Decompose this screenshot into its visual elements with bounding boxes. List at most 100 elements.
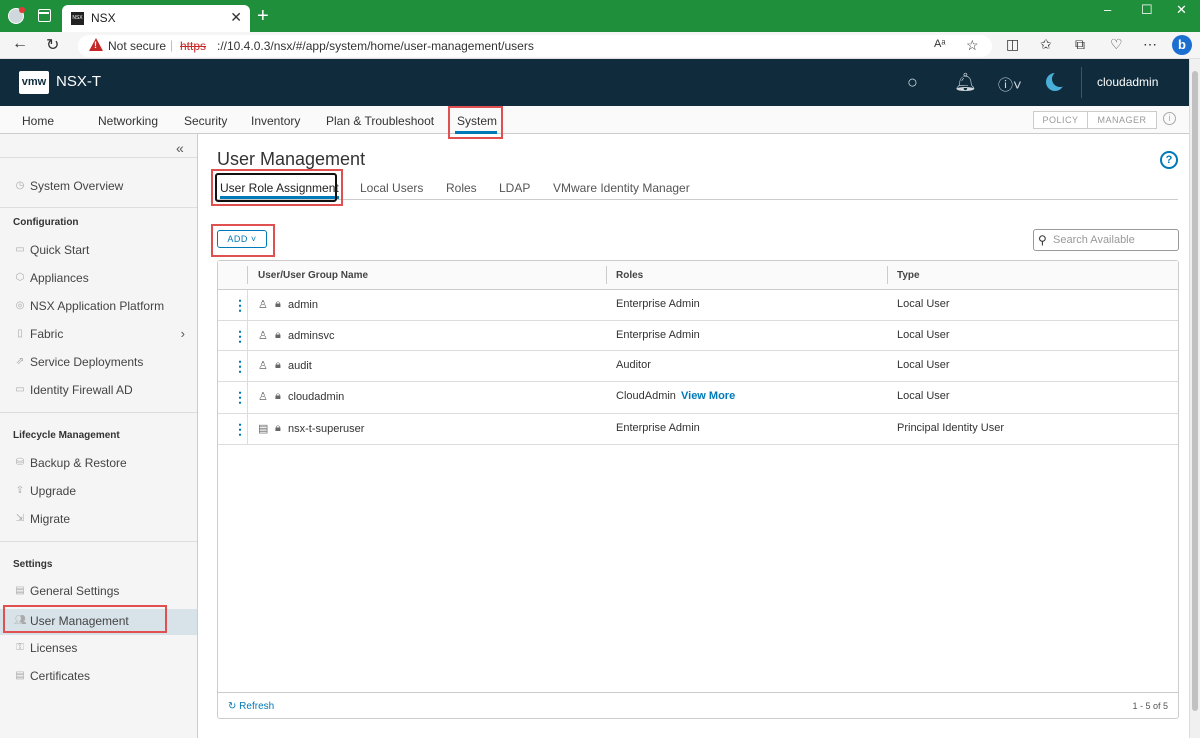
sidebar-item-fabric[interactable]: ▯ Fabric ›	[0, 324, 197, 346]
tab-roles[interactable]: Roles	[446, 181, 477, 195]
sidebar-item-quick-start[interactable]: ▭ Quick Start	[0, 240, 197, 262]
row-actions-icon[interactable]: ⋮	[233, 389, 247, 406]
sidebar-item-backup-restore[interactable]: ⛁ Backup & Restore	[0, 453, 197, 475]
row-actions-icon[interactable]: ⋮	[233, 421, 247, 438]
sidebar-item-label: Migrate	[30, 512, 71, 526]
user-icon: ♙	[258, 330, 268, 342]
sidebar-item-licenses[interactable]: ⚿ Licenses	[0, 638, 197, 660]
sidebar-item-label: Appliances	[30, 271, 89, 285]
notifications-bell-icon[interactable]: 🔔︎	[954, 72, 977, 93]
search-icon[interactable]: ○	[907, 72, 918, 93]
nav-security[interactable]: Security	[184, 114, 227, 128]
sidebar-item-label: Identity Firewall AD	[30, 383, 133, 397]
reload-icon[interactable]: ↻	[46, 35, 59, 55]
close-window-icon[interactable]: ✕	[1176, 2, 1187, 18]
nav-networking[interactable]: Networking	[98, 114, 158, 128]
policy-mode-button[interactable]: POLICY	[1033, 111, 1088, 129]
url-text: ://10.4.0.3/nsx/#/app/system/home/user-m…	[217, 39, 534, 53]
nav-home[interactable]: Home	[22, 114, 54, 128]
url-separator: |	[170, 38, 174, 52]
sidebar-item-service-deployments[interactable]: ⇗ Service Deployments	[0, 352, 197, 374]
back-icon[interactable]: ←	[12, 35, 28, 53]
collapse-sidebar-icon[interactable]: «	[176, 140, 184, 156]
column-header-roles[interactable]: Roles	[616, 270, 643, 281]
browser-tab[interactable]: NSX NSX ✕	[62, 5, 250, 32]
collections-icon[interactable]: ⧉	[1075, 36, 1085, 53]
sidebar-item-label: Fabric	[30, 327, 64, 341]
role-cell: Auditor	[616, 359, 651, 371]
nsx-favicon-icon: NSX	[71, 12, 84, 25]
profile-avatar-icon[interactable]	[8, 7, 25, 24]
new-tab-icon[interactable]: +	[257, 4, 269, 28]
refresh-button[interactable]: ↻ Refresh	[228, 701, 274, 712]
page-scrollbar[interactable]	[1189, 59, 1200, 738]
manager-mode-button[interactable]: MANAGER	[1087, 111, 1157, 129]
copilot-icon[interactable]: b	[1172, 35, 1192, 55]
type-cell: Local User	[897, 298, 950, 310]
view-more-link[interactable]: View More	[681, 390, 735, 402]
warning-icon[interactable]	[89, 38, 103, 51]
header-divider	[1081, 67, 1082, 98]
sidebar-item-upgrade[interactable]: ⇪ Upgrade	[0, 481, 197, 503]
service-deployments-icon: ⇗	[15, 356, 25, 367]
tab-vmware-identity-manager[interactable]: VMware Identity Manager	[553, 181, 690, 195]
certificate-icon: ▤	[258, 423, 269, 435]
column-separator[interactable]	[606, 266, 607, 284]
highlight-box-user-management	[3, 605, 167, 633]
scrollbar-thumb[interactable]	[1192, 71, 1198, 711]
nav-inventory[interactable]: Inventory	[251, 114, 300, 128]
settings-icon: ▤	[15, 585, 25, 596]
column-header-name[interactable]: User/User Group Name	[258, 270, 368, 281]
sidebar-item-identity-firewall-ad[interactable]: ▭ Identity Firewall AD	[0, 380, 197, 402]
minimize-icon[interactable]: –	[1104, 2, 1111, 17]
lock-icon: 🔒︎	[275, 359, 281, 371]
sidebar-item-appliances[interactable]: ⬡ Appliances	[0, 268, 197, 290]
search-field[interactable]: ⚲	[1033, 229, 1179, 251]
row-actions-icon[interactable]: ⋮	[233, 297, 247, 314]
split-screen-icon[interactable]: ◫	[1006, 36, 1019, 53]
column-separator	[247, 266, 248, 284]
firewall-ad-icon: ▭	[15, 384, 25, 395]
user-icon: ♙	[258, 299, 268, 311]
quick-start-icon: ▭	[15, 244, 25, 255]
sidebar-item-label: Service Deployments	[30, 355, 144, 369]
sidebar-item-system-overview[interactable]: ◷ System Overview	[0, 176, 197, 198]
row-divider	[247, 414, 248, 444]
column-separator[interactable]	[887, 266, 888, 284]
favorite-star-icon[interactable]: ☆	[966, 37, 979, 54]
sidebar-item-nsx-application-platform[interactable]: ◎ NSX Application Platform	[0, 296, 197, 318]
favorites-icon[interactable]: ✩	[1040, 36, 1052, 53]
sidebar-item-certificates[interactable]: ▤ Certificates	[0, 666, 197, 688]
more-menu-icon[interactable]: ⋯	[1143, 36, 1157, 53]
row-divider	[247, 351, 248, 381]
sidebar-item-label: Licenses	[30, 641, 78, 655]
main-content: User Management ? User Role Assignment L…	[199, 134, 1189, 738]
nav-plan-troubleshoot[interactable]: Plan & Troubleshoot	[326, 114, 434, 128]
browser-titlebar: NSX NSX ✕ + – ☐ ✕	[0, 0, 1200, 32]
browser-essentials-icon[interactable]: ♡	[1110, 36, 1123, 53]
tab-local-users[interactable]: Local Users	[360, 181, 423, 195]
tab-ldap[interactable]: LDAP	[499, 181, 530, 195]
row-actions-icon[interactable]: ⋮	[233, 328, 247, 345]
row-actions-icon[interactable]: ⋮	[233, 358, 247, 375]
read-aloud-icon[interactable]: Aᵃ	[934, 38, 945, 50]
backup-icon: ⛁	[15, 457, 25, 468]
search-input[interactable]	[1053, 233, 1173, 247]
highlight-box-add	[211, 224, 275, 257]
tab-actions-icon[interactable]	[38, 9, 51, 22]
info-icon[interactable]: i	[1163, 112, 1176, 125]
chevron-right-icon[interactable]: ›	[181, 326, 185, 341]
sidebar-item-general-settings[interactable]: ▤ General Settings	[0, 581, 197, 603]
url-field[interactable]: Not secure | https ://10.4.0.3/nsx/#/app…	[78, 35, 992, 57]
column-header-type[interactable]: Type	[897, 270, 920, 281]
maximize-icon[interactable]: ☐	[1141, 2, 1153, 18]
sidebar-item-label: Backup & Restore	[30, 456, 127, 470]
sidebar-item-migrate[interactable]: ⇲ Migrate	[0, 509, 197, 531]
help-menu-icon[interactable]: ⓘ˅	[998, 74, 1022, 95]
close-tab-icon[interactable]: ✕	[230, 9, 242, 26]
lock-icon: 🔒︎	[275, 422, 281, 434]
not-secure-label[interactable]: Not secure	[108, 39, 166, 53]
user-menu[interactable]: cloudadmin	[1097, 75, 1158, 89]
help-icon[interactable]: ?	[1160, 151, 1178, 169]
dark-mode-toggle-icon[interactable]	[1046, 71, 1068, 91]
